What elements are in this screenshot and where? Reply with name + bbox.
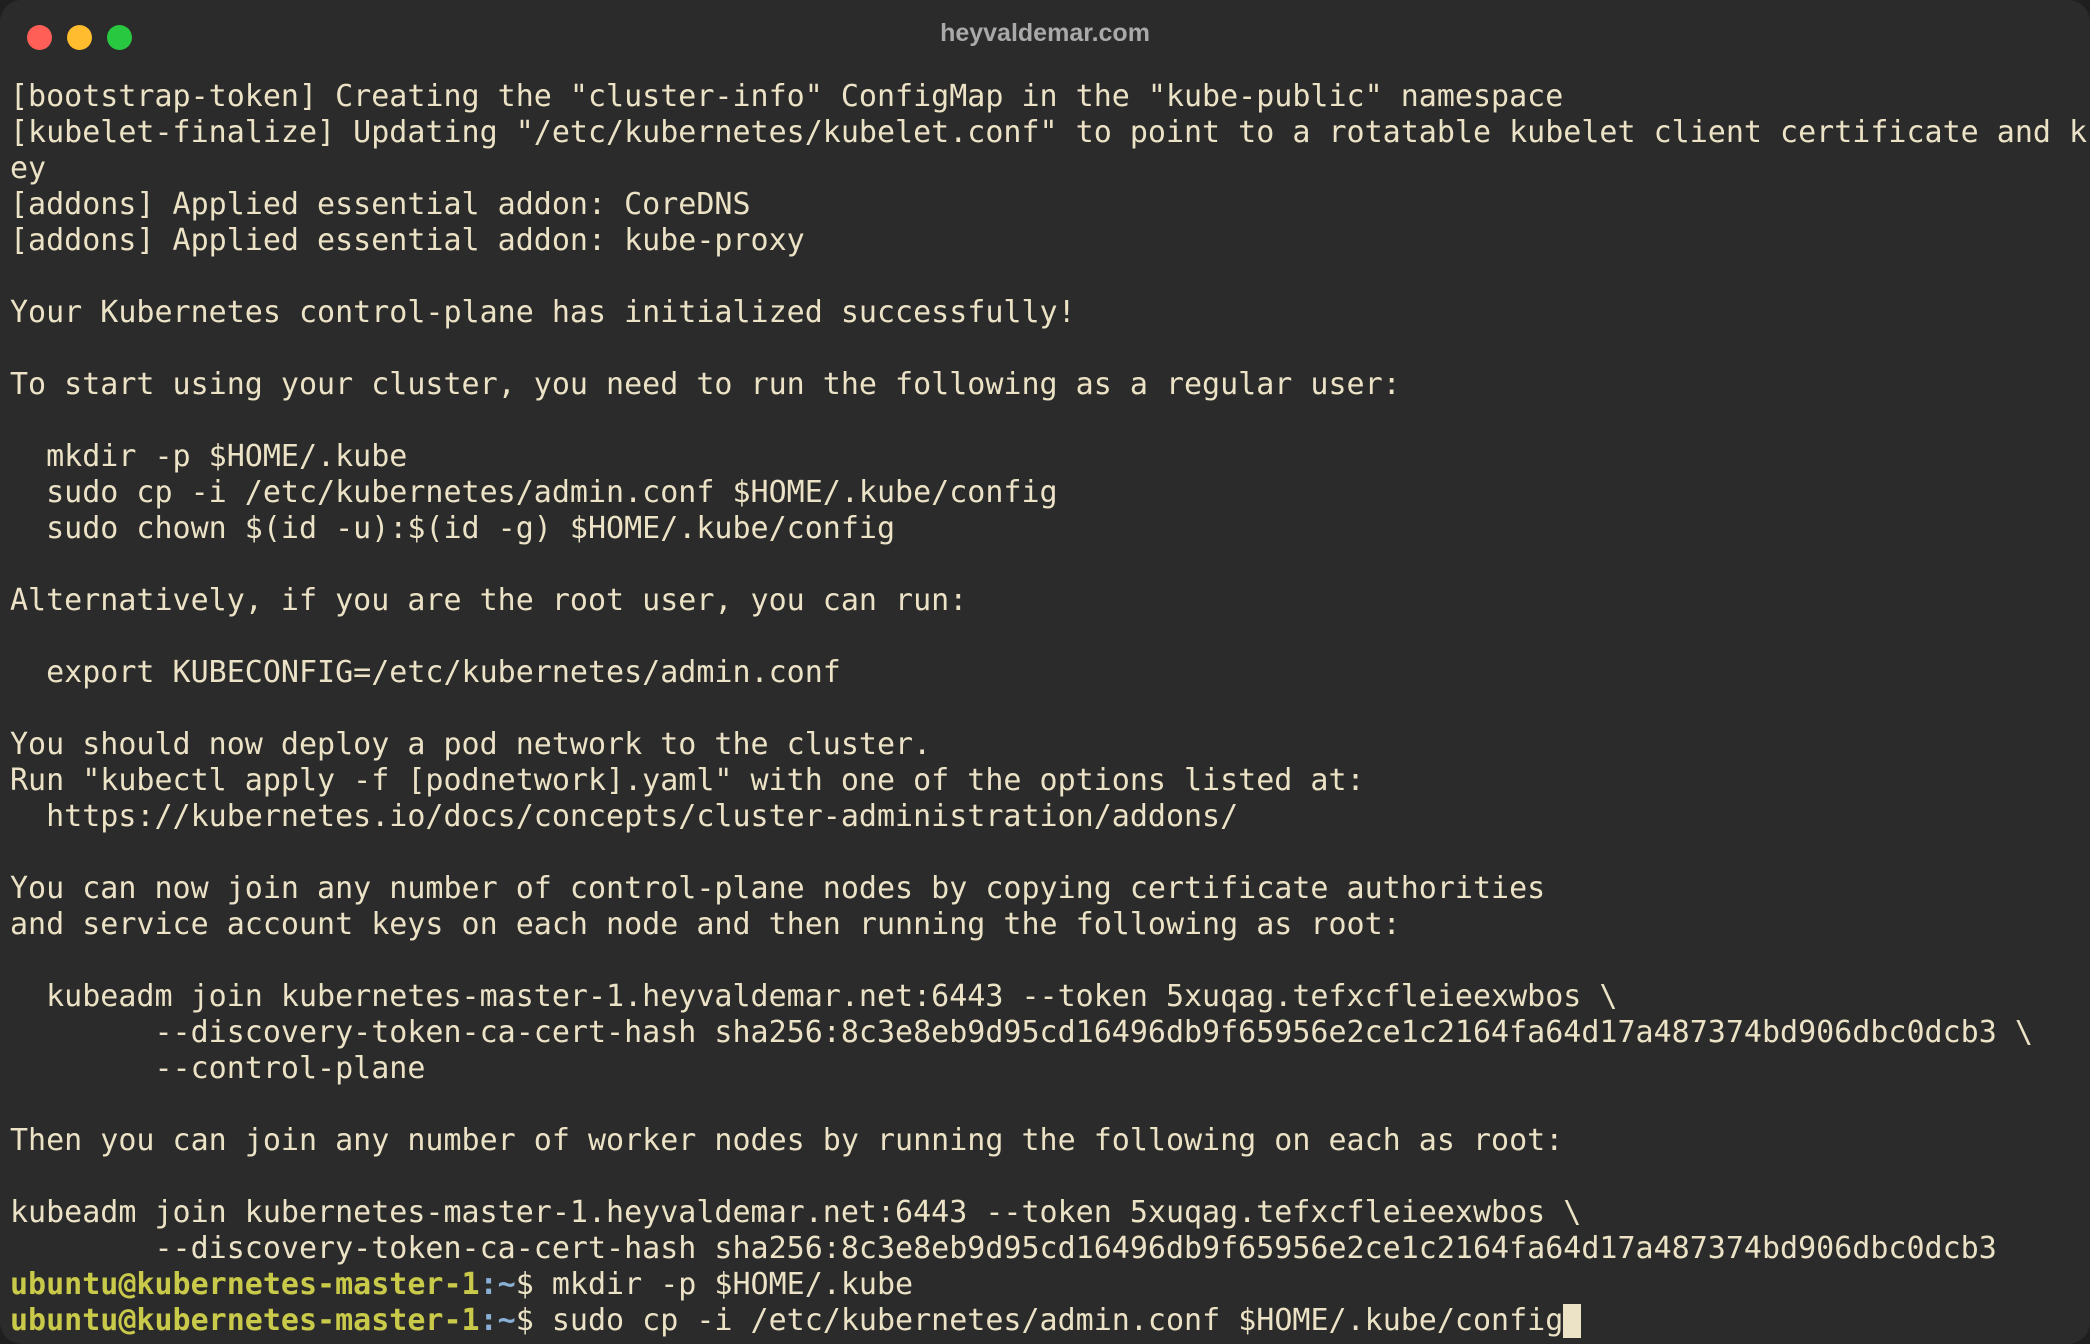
prompt-path: :~ xyxy=(479,1303,516,1338)
prompt-path: :~ xyxy=(479,1267,516,1302)
window-title: heyvaldemar.com xyxy=(940,19,1150,47)
output-line: [bootstrap-token] Creating the "cluster-… xyxy=(10,79,1564,114)
output-line: and service account keys on each node an… xyxy=(10,907,1401,942)
output-line: kubeadm join kubernetes-master-1.heyvald… xyxy=(10,1195,1582,1230)
output-line: export KUBECONFIG=/etc/kubernetes/admin.… xyxy=(10,655,841,690)
terminal-window: heyvaldemar.com [bootstrap-token] Creati… xyxy=(0,0,2090,1344)
output-line: sudo cp -i /etc/kubernetes/admin.conf $H… xyxy=(10,475,1058,510)
prompt-line[interactable]: ubuntu@kubernetes-master-1:~$ mkdir -p $… xyxy=(10,1267,2080,1303)
output-line: sudo chown $(id -u):$(id -g) $HOME/.kube… xyxy=(10,511,896,546)
terminal-output[interactable]: [bootstrap-token] Creating the "cluster-… xyxy=(10,79,2088,1339)
output-line: You can now join any number of control-p… xyxy=(10,871,1546,906)
prompt-command: mkdir -p $HOME/.kube xyxy=(533,1267,914,1302)
output-line: --discovery-token-ca-cert-hash sha256:8c… xyxy=(10,1015,2033,1050)
prompt-user-host: ubuntu@kubernetes-master-1 xyxy=(10,1267,480,1302)
output-line: --discovery-token-ca-cert-hash sha256:8c… xyxy=(10,1231,1997,1266)
prompt-symbol: $ xyxy=(515,1303,534,1338)
output-line: Then you can join any number of worker n… xyxy=(10,1123,1564,1158)
output-line: [kubelet-finalize] Updating "/etc/kubern… xyxy=(10,115,2088,150)
prompt-symbol: $ xyxy=(515,1267,534,1302)
output-line: To start using your cluster, you need to… xyxy=(10,367,1401,402)
output-line: Alternatively, if you are the root user,… xyxy=(10,583,968,618)
output-line: Your Kubernetes control-plane has initia… xyxy=(10,295,1076,330)
prompt-command: sudo cp -i /etc/kubernetes/admin.conf $H… xyxy=(533,1303,1564,1338)
output-line: kubeadm join kubernetes-master-1.heyvald… xyxy=(10,979,1618,1014)
prompt-line[interactable]: ubuntu@kubernetes-master-1:~$ sudo cp -i… xyxy=(10,1303,2080,1339)
output-line: You should now deploy a pod network to t… xyxy=(10,727,932,762)
output-line: ey xyxy=(10,151,47,186)
output-line: https://kubernetes.io/docs/concepts/clus… xyxy=(10,799,1239,834)
prompt-user-host: ubuntu@kubernetes-master-1 xyxy=(10,1303,480,1338)
output-line: [addons] Applied essential addon: kube-p… xyxy=(10,223,805,258)
output-line: mkdir -p $HOME/.kube xyxy=(10,439,408,474)
output-line: --control-plane xyxy=(10,1051,426,1086)
title-bar[interactable]: heyvaldemar.com xyxy=(0,0,2090,74)
output-line: Run "kubectl apply -f [podnetwork].yaml"… xyxy=(10,763,1365,798)
text-cursor xyxy=(1563,1304,1582,1338)
output-line: [addons] Applied essential addon: CoreDN… xyxy=(10,187,751,222)
